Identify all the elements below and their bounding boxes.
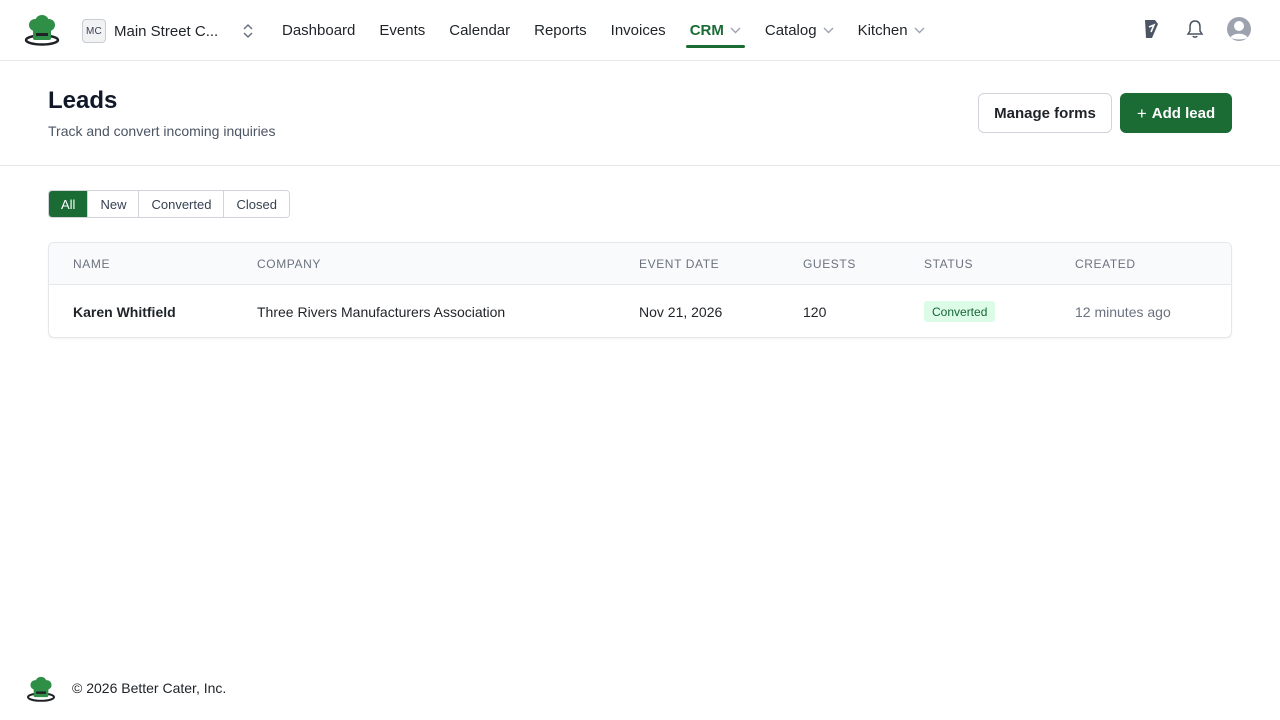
org-avatar: MC — [82, 19, 106, 43]
nav-label: Dashboard — [282, 21, 356, 39]
nav-label: Events — [379, 21, 426, 39]
chevron-up-down-icon — [243, 23, 253, 39]
chef-hat-logo-icon — [26, 676, 56, 702]
nav-item-crm[interactable]: CRM — [685, 0, 746, 60]
nav-item-kitchen[interactable]: Kitchen — [858, 0, 925, 60]
chef-hat-logo-icon[interactable] — [24, 14, 60, 46]
leads-table: NAME COMPANY EVENT DATE GUESTS STATUS CR… — [48, 242, 1232, 338]
nav-item-events[interactable]: Events — [379, 0, 425, 60]
org-switcher[interactable]: MC Main Street C... — [82, 18, 253, 44]
chevron-down-icon — [914, 27, 925, 33]
announcement-icon[interactable] — [1138, 16, 1164, 42]
column-header-event-date[interactable]: EVENT DATE — [639, 257, 719, 271]
page-title: Leads — [48, 87, 118, 114]
lead-company: Three Rivers Manufacturers Association — [257, 304, 506, 320]
status-badge: Converted — [924, 301, 996, 322]
column-header-company[interactable]: COMPANY — [257, 257, 321, 271]
table-row[interactable]: Karen Whitfield Three Rivers Manufacture… — [49, 285, 1231, 337]
page-subtitle: Track and convert incoming inquiries — [48, 123, 276, 139]
nav-label: Kitchen — [857, 21, 908, 39]
main-nav: Dashboard Events Calendar Reports Invoic… — [282, 0, 949, 60]
filter-tab-all[interactable]: All — [49, 191, 88, 217]
bell-icon[interactable] — [1182, 16, 1208, 42]
top-navigation-bar: MC Main Street C... Dashboard Events Cal… — [0, 0, 1280, 61]
top-right-actions — [1120, 16, 1252, 42]
nav-label: Invoices — [610, 21, 666, 39]
plus-icon: + — [1136, 103, 1147, 123]
add-lead-button[interactable]: + Add lead — [1120, 93, 1232, 133]
filter-tab-closed[interactable]: Closed — [223, 191, 289, 217]
nav-label: CRM — [689, 21, 724, 39]
lead-created: 12 minutes ago — [1075, 304, 1171, 320]
nav-item-calendar[interactable]: Calendar — [449, 0, 510, 60]
nav-item-catalog[interactable]: Catalog — [765, 0, 834, 60]
filter-tab-new[interactable]: New — [87, 191, 139, 217]
nav-item-dashboard[interactable]: Dashboard — [282, 0, 355, 60]
column-header-name[interactable]: NAME — [73, 257, 110, 271]
nav-label: Reports — [534, 21, 587, 39]
manage-forms-button[interactable]: Manage forms — [978, 93, 1112, 133]
column-header-created[interactable]: CREATED — [1075, 257, 1136, 271]
column-header-status[interactable]: STATUS — [924, 257, 973, 271]
filter-tab-converted[interactable]: Converted — [138, 191, 224, 217]
lead-guests: 120 — [803, 304, 827, 320]
nav-item-invoices[interactable]: Invoices — [611, 0, 666, 60]
lead-name[interactable]: Karen Whitfield — [73, 304, 176, 320]
chevron-down-icon — [823, 27, 834, 33]
add-lead-label: Add lead — [1151, 104, 1216, 122]
org-name: Main Street C... — [114, 22, 219, 40]
footer-copyright: © 2026 Better Cater, Inc. — [72, 680, 227, 696]
status-filter-tabs: All New Converted Closed — [48, 190, 290, 218]
user-avatar-icon[interactable] — [1226, 16, 1252, 42]
chevron-down-icon — [730, 27, 741, 33]
table-header: NAME COMPANY EVENT DATE GUESTS STATUS CR… — [49, 243, 1231, 285]
nav-item-reports[interactable]: Reports — [534, 0, 587, 60]
page-header: Leads Track and convert incoming inquiri… — [0, 61, 1280, 166]
nav-label: Catalog — [764, 21, 817, 39]
nav-label: Calendar — [449, 21, 511, 39]
column-header-guests[interactable]: GUESTS — [803, 257, 856, 271]
lead-event-date: Nov 21, 2026 — [639, 304, 723, 320]
